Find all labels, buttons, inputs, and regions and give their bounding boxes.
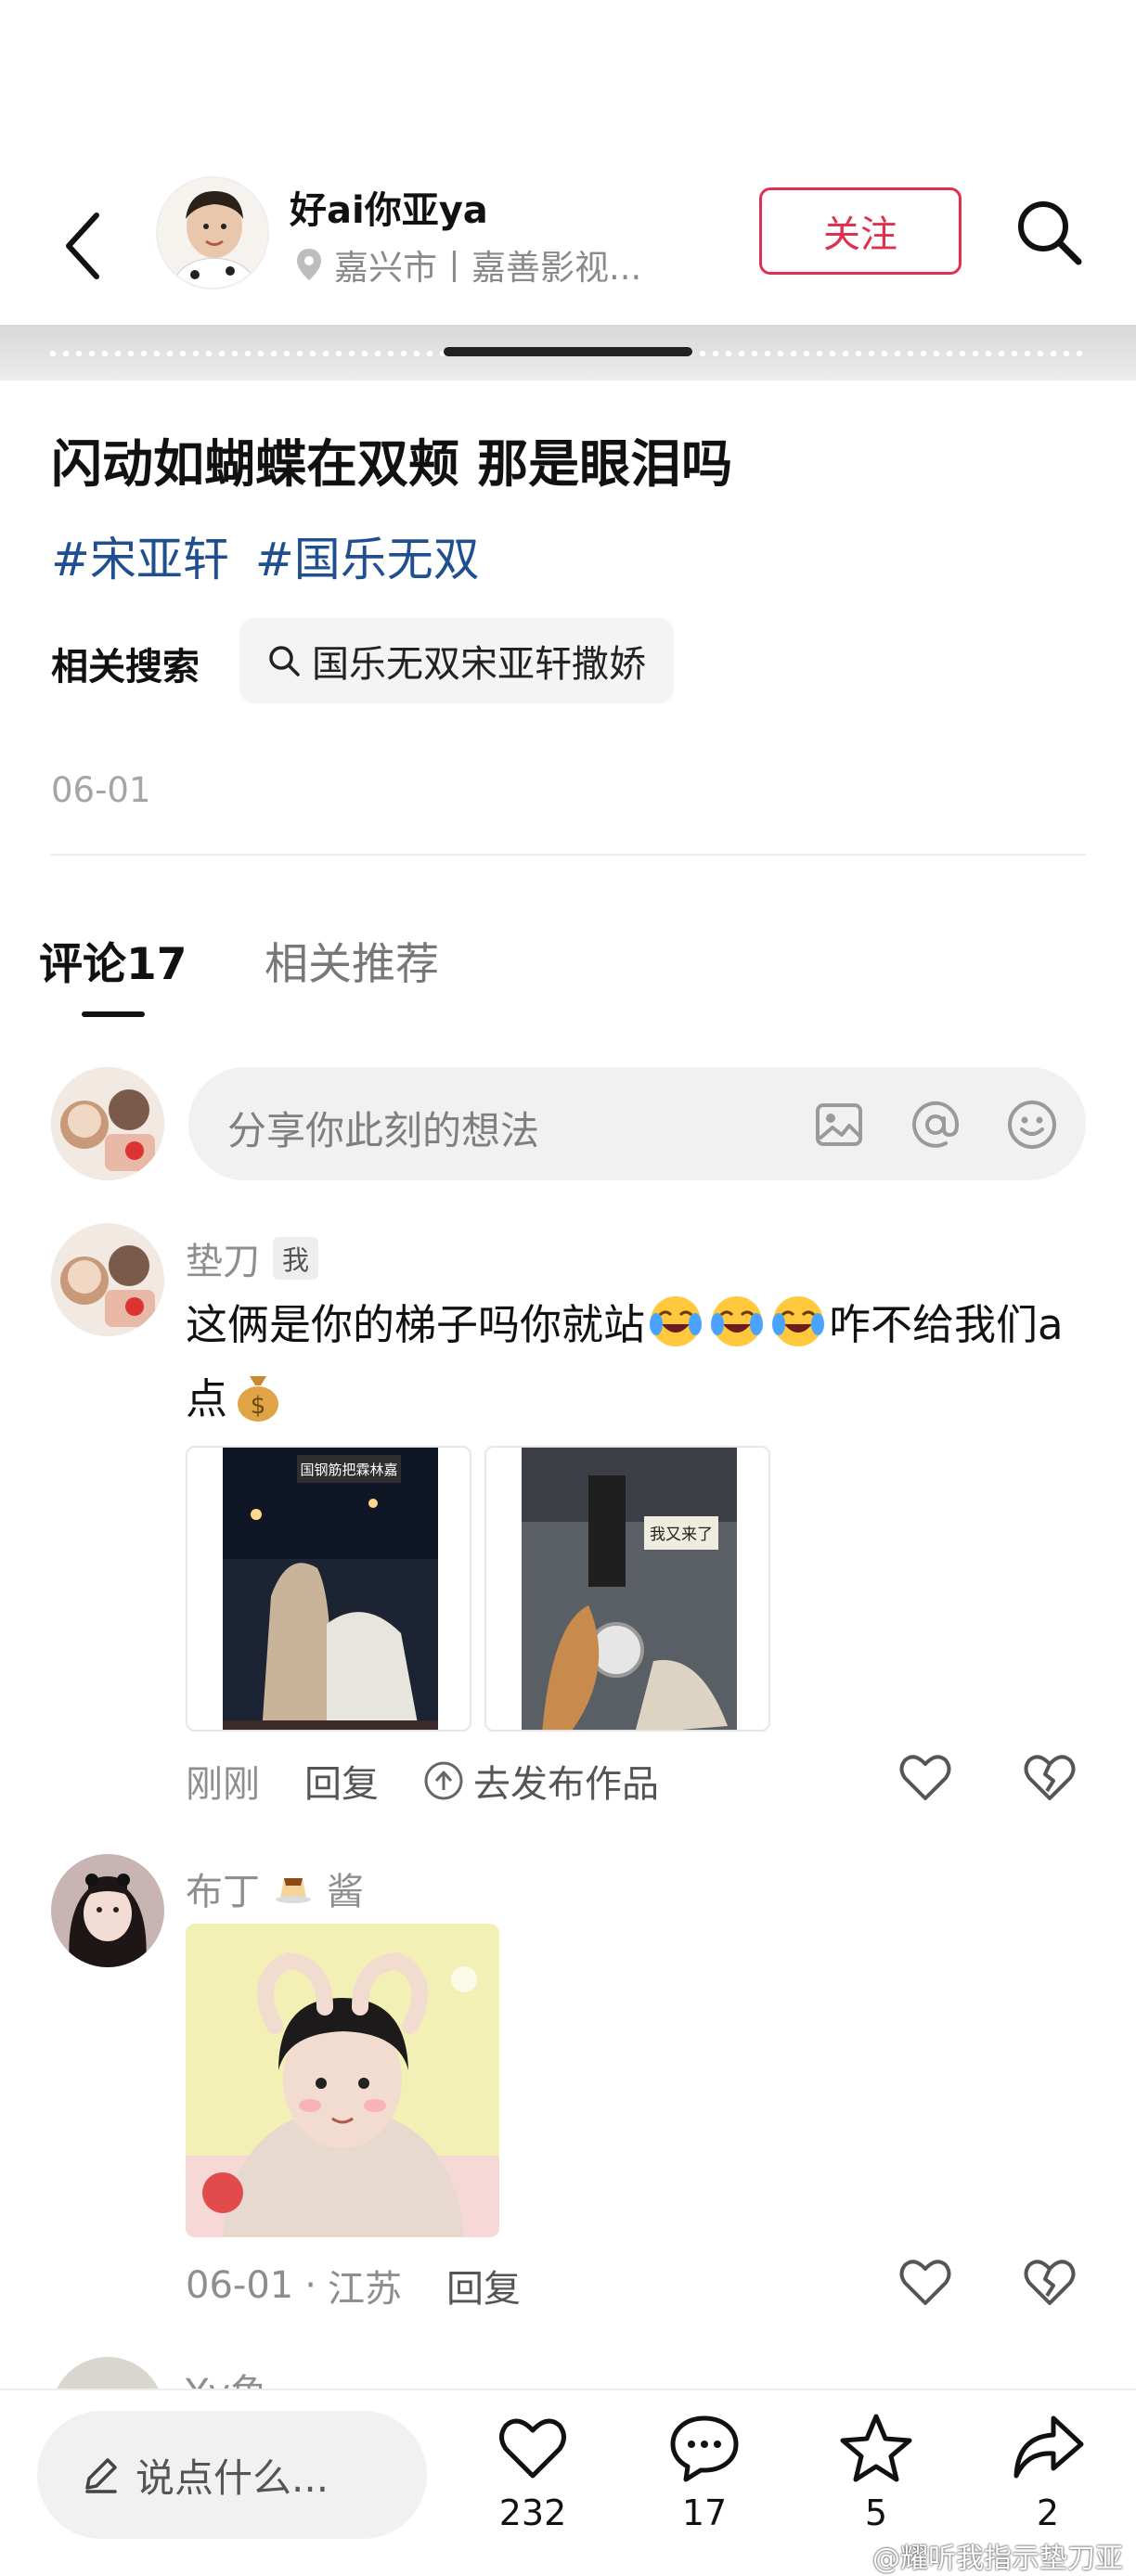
- divider: [51, 854, 1086, 856]
- comment-time: 刚刚: [186, 1763, 260, 1806]
- media-progress-strip[interactable]: [0, 325, 1136, 380]
- comment-meta: 刚刚 回复 去发布作品: [186, 1754, 659, 1808]
- search-icon[interactable]: [1012, 195, 1086, 269]
- image-caption: 国钢筋把霖林嘉: [300, 1462, 397, 1478]
- like-icon[interactable]: [897, 2253, 954, 2311]
- upload-icon: [424, 1761, 463, 1800]
- author-avatar[interactable]: [156, 176, 269, 290]
- share-arrow-icon: [1013, 2415, 1084, 2479]
- related-search-chip[interactable]: 国乐无双宋亚轩撒娇: [239, 618, 674, 703]
- commenter-username[interactable]: 布丁: [186, 1861, 260, 1915]
- heart-icon: [499, 2418, 566, 2479]
- post-title: 闪动如蝴蝶在双颊 那是眼泪吗: [51, 434, 733, 494]
- emoji-icon[interactable]: [1005, 1098, 1059, 1152]
- comment-input[interactable]: 分享你此刻的想法: [188, 1067, 1086, 1180]
- location-text: 嘉兴市丨嘉善影视...: [334, 248, 642, 288]
- money-bag-emoji-icon: $: [238, 1376, 279, 1422]
- dislike-icon[interactable]: [1021, 1748, 1078, 1806]
- share-action[interactable]: 2: [992, 2411, 1104, 2533]
- reply-button[interactable]: 回复: [446, 2259, 521, 2312]
- tab-related[interactable]: 相关推荐: [265, 928, 439, 992]
- post-header: 好ai你亚ya 嘉兴市丨嘉善影视... 关注: [0, 167, 1136, 325]
- comment-time: 06-01: [186, 2264, 294, 2307]
- reply-button[interactable]: 回复: [304, 1754, 379, 1808]
- laughing-crying-emoji-icon: [772, 1296, 825, 1346]
- related-search-label: 相关搜索: [51, 646, 200, 689]
- author-name[interactable]: 好ai你亚ya: [290, 180, 488, 234]
- image-caption: 我又来了: [650, 1526, 713, 1544]
- quick-comment-placeholder: 说点什么...: [136, 2454, 329, 2501]
- hashtag-list: #宋亚轩 #国乐无双: [51, 522, 480, 589]
- comment-input-placeholder: 分享你此刻的想法: [227, 1108, 540, 1153]
- favorite-count: 5: [864, 2492, 888, 2533]
- comment-image[interactable]: 国钢筋把霖林嘉: [186, 1446, 471, 1732]
- laughing-crying-emoji-icon: [711, 1296, 764, 1346]
- laughing-crying-emoji-icon: [650, 1296, 703, 1346]
- commenter-username-suffix[interactable]: 酱: [327, 1861, 364, 1915]
- commenter-name[interactable]: 垫刀 我: [186, 1231, 319, 1285]
- commenter-avatar[interactable]: [51, 1223, 164, 1336]
- comment-text: 这俩是你的梯子吗你就站 咋不给我们a点 $: [186, 1288, 1095, 1436]
- svg-text:$: $: [251, 1392, 266, 1420]
- pudding-emoji-icon: [276, 1878, 311, 1903]
- favorite-action[interactable]: 5: [820, 2411, 932, 2533]
- hashtag-link[interactable]: #宋亚轩: [51, 522, 229, 589]
- share-count: 2: [1036, 2492, 1060, 2533]
- location-pin-icon: [297, 249, 321, 280]
- commenter-name[interactable]: 布丁 酱: [186, 1861, 364, 1915]
- like-icon[interactable]: [897, 1748, 954, 1806]
- comment-text-part: 这俩是你的梯子吗你就站: [186, 1300, 646, 1349]
- publish-work-button[interactable]: 去发布作品: [423, 1754, 659, 1808]
- comment-image[interactable]: [186, 1924, 499, 2237]
- self-avatar: [51, 1067, 164, 1180]
- back-icon[interactable]: [56, 204, 111, 288]
- tab-comments[interactable]: 评论17: [39, 928, 187, 992]
- comment-count: 17: [681, 2492, 728, 2533]
- star-icon: [840, 2414, 912, 2482]
- follow-button[interactable]: 关注: [759, 187, 962, 275]
- comment-action[interactable]: 17: [649, 2411, 760, 2533]
- pencil-icon: [85, 2458, 117, 2493]
- quick-comment-input[interactable]: 说点什么...: [37, 2411, 427, 2539]
- meta-separator: ·: [304, 2264, 316, 2307]
- comment-image[interactable]: 我又来了: [484, 1446, 770, 1732]
- watermark: @耀听我指示垫刀亚: [872, 2543, 1123, 2575]
- like-action[interactable]: 232: [477, 2411, 588, 2533]
- comment-meta: 06-01 · 江苏 回复: [186, 2259, 521, 2312]
- dislike-icon[interactable]: [1021, 2253, 1078, 2311]
- comment-region: 江苏: [327, 2268, 402, 2311]
- image-icon[interactable]: [812, 1098, 866, 1152]
- post-date: 06-01: [51, 770, 151, 810]
- related-search-query: 国乐无双宋亚轩撒娇: [312, 643, 646, 686]
- active-tab-indicator: [82, 1011, 145, 1017]
- commenter-username[interactable]: 垫刀: [186, 1231, 260, 1285]
- author-location: 嘉兴市丨嘉善影视...: [295, 239, 641, 290]
- hashtag-link[interactable]: #国乐无双: [255, 522, 480, 589]
- comment-bubble-icon: [670, 2415, 739, 2482]
- publish-work-label: 去发布作品: [473, 1763, 659, 1806]
- commenter-avatar[interactable]: [51, 1854, 164, 1967]
- mention-icon[interactable]: [909, 1098, 962, 1152]
- self-badge: 我: [273, 1237, 319, 1280]
- like-count: 232: [498, 2492, 567, 2533]
- progress-scrubber[interactable]: [444, 347, 692, 356]
- search-icon: [269, 646, 300, 676]
